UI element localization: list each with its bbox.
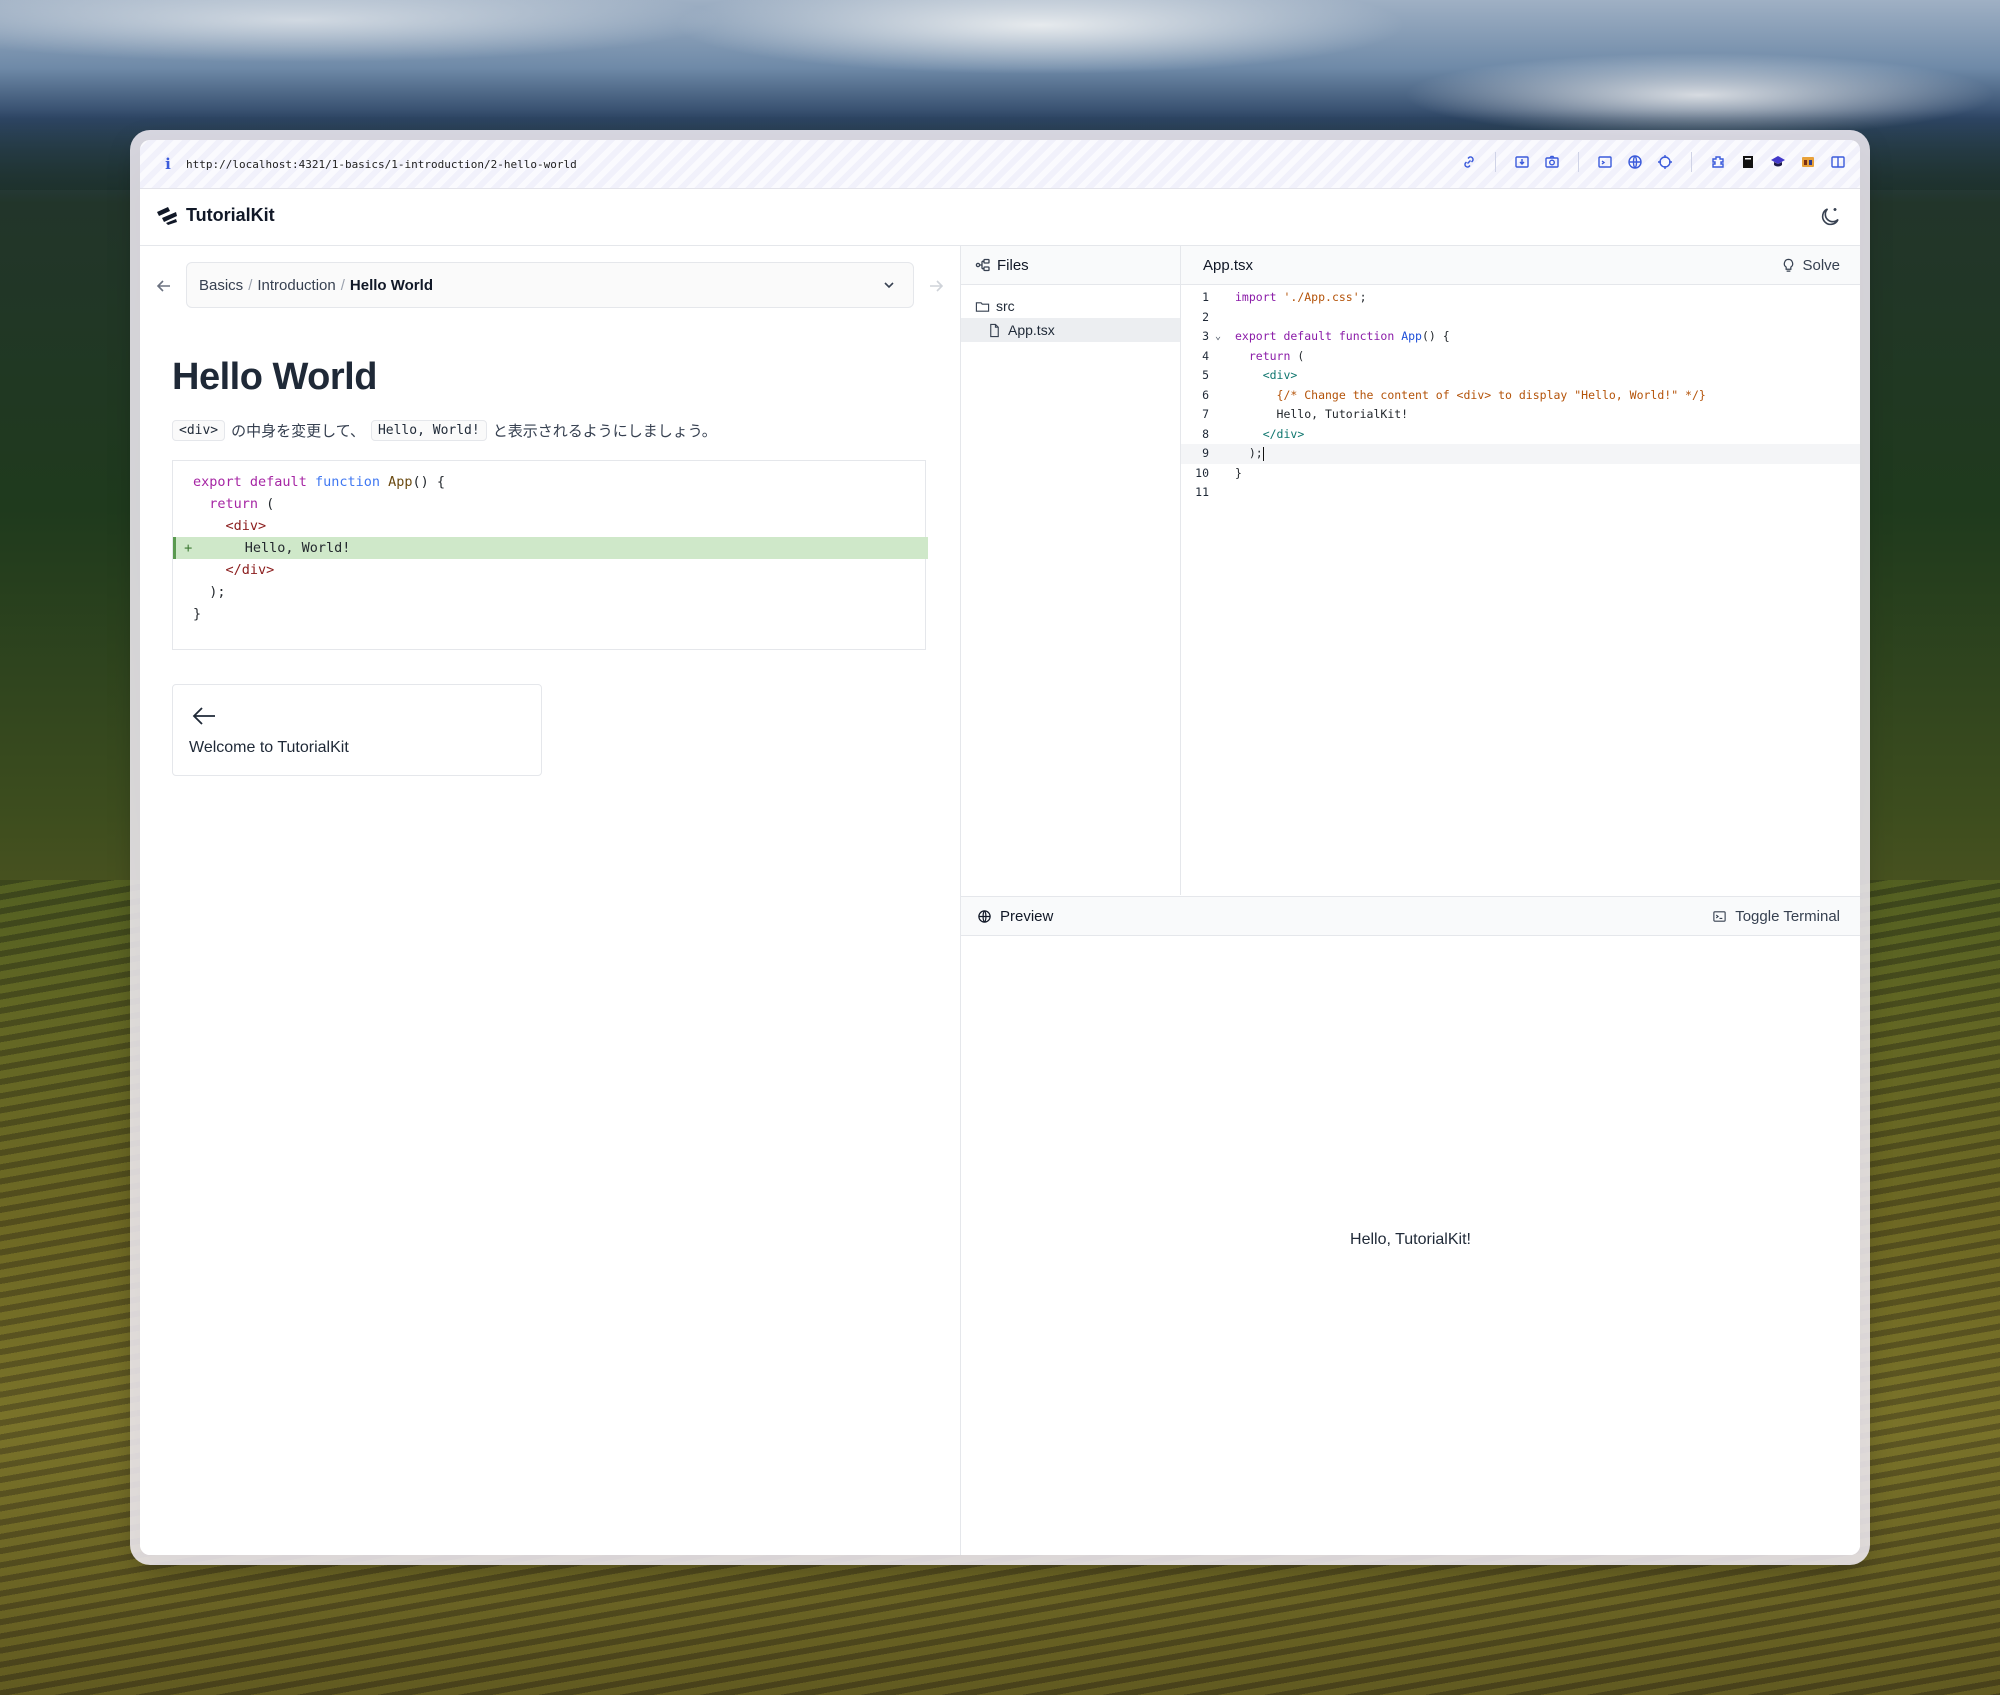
file-icon [990, 323, 999, 337]
line-number: 11 [1195, 485, 1209, 499]
browser-toolbar [1459, 152, 1848, 172]
line-number: 1 [1202, 290, 1209, 304]
editor-line[interactable]: 2 [1181, 308, 1860, 328]
text-cursor [1262, 446, 1264, 461]
editor-line[interactable]: 7 Hello, TutorialKit! [1181, 405, 1860, 425]
editor-line[interactable]: 6 {/* Change the content of <div> to dis… [1181, 386, 1860, 406]
line-number: 3 [1202, 329, 1209, 343]
terminal-icon [1713, 910, 1726, 922]
app-header: TutorialKit [140, 189, 1860, 246]
lesson-instructions: <div> の中身を変更して、 Hello, World! と表示されるようにし… [172, 420, 723, 441]
editor-line-active[interactable]: 9 ); [1181, 444, 1860, 464]
breadcrumb-current: Hello World [349, 276, 433, 294]
bookmark-icon[interactable] [1738, 152, 1758, 172]
editor-line[interactable]: 10} [1181, 464, 1860, 484]
solve-label: Solve [1802, 256, 1840, 274]
code-line: <div> [225, 518, 267, 534]
line-number: 10 [1195, 465, 1209, 480]
fold-chevron-icon[interactable]: ⌄ [1215, 327, 1225, 347]
next-lesson-arrow-icon[interactable] [926, 276, 946, 296]
preview-frame[interactable]: Hello, TutorialKit! [961, 936, 1860, 1555]
prev-lesson-label: Welcome to TutorialKit [189, 739, 349, 756]
code-line-added: + Hello, World! [173, 537, 928, 559]
download-icon[interactable] [1512, 152, 1532, 172]
preview-label: Preview [1000, 907, 1054, 925]
lightbulb-icon [1784, 258, 1794, 272]
code-editor[interactable]: App.tsx Solve 1 import './App.css'; 2 3 ⌄ e… [1181, 246, 1860, 895]
tree-folder-src[interactable]: src [961, 294, 1180, 318]
theme-toggle-moon-icon[interactable] [1818, 205, 1842, 229]
lesson-panel: Basics / Introduction / Hello World Hell… [140, 246, 961, 1555]
console-icon[interactable] [1595, 152, 1615, 172]
prev-lesson-arrow-icon[interactable] [154, 276, 174, 296]
url-text[interactable]: http://localhost:4321/1-basics/1-introdu… [186, 158, 577, 171]
instruction-text-2: と表示されるようにしましょう。 [492, 423, 717, 440]
chevron-down-icon[interactable] [881, 277, 897, 293]
files-header-label: Files [997, 256, 1029, 274]
extension-icon[interactable] [1708, 152, 1728, 172]
globe-icon[interactable] [1625, 152, 1645, 172]
files-header: Files [961, 246, 1180, 285]
line-number: 2 [1202, 309, 1209, 324]
line-number: 8 [1202, 426, 1209, 441]
file-tree-panel: Files src App.tsx [961, 246, 1181, 895]
line-number: 6 [1202, 387, 1209, 402]
inline-code-div: <div> [172, 420, 226, 441]
camera-icon[interactable] [1542, 152, 1562, 172]
url-bar[interactable]: i http://localhost:4321/1-basics/1-intro… [140, 140, 1860, 189]
app-logo[interactable]: TutorialKit [156, 205, 275, 226]
editor-tab-app-tsx[interactable]: App.tsx [1203, 257, 1253, 274]
crosshair-icon[interactable] [1655, 152, 1675, 172]
editor-line[interactable]: 3 ⌄ export default function App() { [1181, 327, 1860, 347]
editor-line[interactable]: 1 import './App.css'; [1181, 288, 1860, 308]
line-number: 7 [1202, 407, 1209, 421]
info-icon[interactable]: i [156, 155, 180, 173]
editor-header: App.tsx Solve [1181, 246, 1860, 285]
lesson-title: Hello World [172, 356, 377, 398]
arrow-left-icon [191, 705, 217, 727]
line-number: 4 [1202, 348, 1209, 363]
prev-lesson-card[interactable]: Welcome to TutorialKit [172, 684, 542, 776]
instruction-text-1: の中身を変更して、 [231, 423, 365, 440]
tree-label: src [996, 298, 1015, 314]
code-line: </div> [225, 562, 275, 578]
tutorialkit-logo-icon [157, 206, 177, 225]
tree-label: App.tsx [1008, 322, 1055, 338]
link-icon[interactable] [1459, 152, 1479, 172]
preview-output-text: Hello, TutorialKit! [1350, 1231, 1471, 1248]
breadcrumb[interactable]: Basics / Introduction / Hello World [186, 262, 914, 308]
editor-line[interactable]: 4 return ( [1181, 347, 1860, 367]
editor-line[interactable]: 8 </div> [1181, 425, 1860, 445]
line-number: 9 [1202, 446, 1209, 460]
editor-line[interactable]: 5 <div> [1181, 366, 1860, 386]
breadcrumb-item-introduction[interactable]: Introduction [257, 277, 335, 294]
editor-line[interactable]: 11 [1181, 483, 1860, 503]
workspace-panel: Files src App.tsx App.tsx Solve 1 import … [961, 246, 1860, 1555]
preview-header: Preview Toggle Terminal [961, 896, 1860, 936]
inline-code-hello-world: Hello, World! [370, 420, 487, 441]
globe-icon [978, 909, 991, 923]
code-line: ); [193, 584, 226, 600]
profile-badge-icon[interactable] [1798, 152, 1818, 172]
breadcrumb-item-basics[interactable]: Basics [199, 277, 243, 294]
breadcrumb-separator: / [248, 276, 253, 294]
app-name: TutorialKit [186, 205, 275, 225]
code-line: } [193, 606, 202, 622]
breadcrumb-separator: / [340, 276, 345, 294]
solve-button[interactable]: Solve [1781, 257, 1840, 274]
line-number: 5 [1202, 368, 1209, 382]
toggle-terminal-label: Toggle Terminal [1735, 907, 1840, 925]
code-diff-block: export default function App() { return (… [172, 460, 928, 650]
split-view-icon[interactable] [1828, 152, 1848, 172]
toggle-terminal-button[interactable]: Toggle Terminal [1712, 908, 1840, 925]
file-tree-icon [975, 258, 990, 272]
browser-window: i http://localhost:4321/1-basics/1-intro… [140, 140, 1860, 1555]
graduation-cap-icon[interactable] [1768, 152, 1788, 172]
code-line: return ( [209, 496, 275, 512]
folder-icon [975, 301, 990, 312]
code-line: export default function App() { [193, 474, 446, 490]
preview-title: Preview [977, 908, 1053, 925]
tree-file-app-tsx[interactable]: App.tsx [961, 318, 1180, 342]
